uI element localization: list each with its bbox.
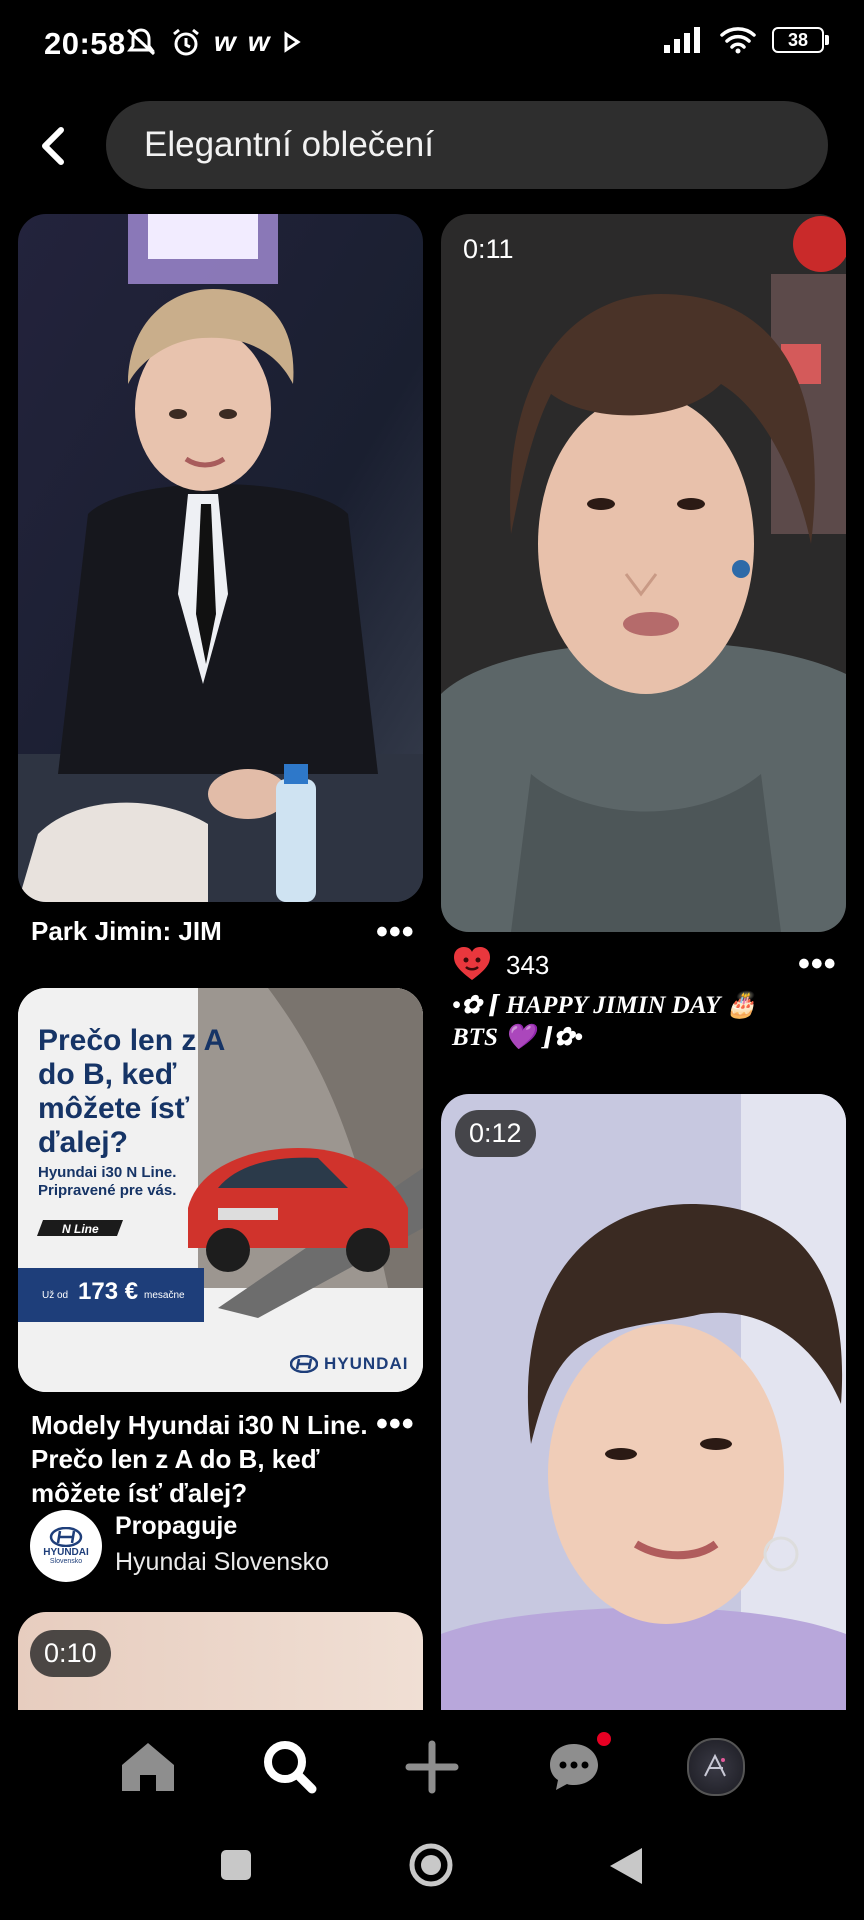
hyundai-logo-icon <box>290 1355 318 1373</box>
advertiser-name[interactable]: Hyundai Slovensko <box>115 1548 329 1577</box>
pin-title[interactable]: •✿ ⌈ HAPPY JIMIN DAY 🎂 BTS 💜 ⌋✿• <box>452 990 782 1054</box>
ad-price: 173 € <box>78 1278 139 1305</box>
w-app-icon: w <box>247 26 270 57</box>
ad-headline: Prečo len z A do B, keď môžete ísť ďalej… <box>38 1024 225 1159</box>
notification-dot <box>597 1732 611 1746</box>
advertiser-avatar[interactable]: HYUNDAI Slovensko <box>30 1510 102 1582</box>
pin-title[interactable]: Modely Hyundai i30 N Line. Prečo len z A… <box>31 1408 371 1510</box>
back-button[interactable] <box>30 118 74 174</box>
ad-brand-text: HYUNDAI <box>324 1354 409 1373</box>
recents-icon[interactable] <box>219 1848 253 1882</box>
ad-price-prefix: Už od <box>42 1290 69 1301</box>
back-triangle-icon[interactable] <box>608 1846 644 1886</box>
back-arrow-icon <box>42 127 64 165</box>
ad-brand-logo: HYUNDAI <box>290 1354 408 1374</box>
hyundai-logo-icon <box>49 1527 83 1547</box>
status-left-icons: w w <box>124 26 302 58</box>
video-duration: 0:11 <box>463 234 514 264</box>
more-options-button[interactable]: ••• <box>376 915 415 949</box>
nav-search[interactable] <box>255 1732 325 1802</box>
status-right-icons: 38 <box>664 26 829 54</box>
play-icon <box>284 31 301 53</box>
profile-art-icon <box>704 1753 726 1777</box>
ad-subheadline: Hyundai i30 N Line. Pripravené pre vás. <box>38 1164 177 1199</box>
ad-price-suffix: mesačne <box>144 1290 185 1301</box>
status-time: 20:58 <box>44 26 126 61</box>
video-duration: 0:10 <box>30 1630 111 1677</box>
battery-icon: 38 <box>772 27 829 53</box>
nav-create[interactable] <box>397 1732 467 1802</box>
pin-title[interactable]: Park Jimin: JIM <box>31 914 351 948</box>
messages-icon <box>550 1744 598 1790</box>
more-options-button[interactable]: ••• <box>798 947 837 981</box>
nav-messages[interactable] <box>539 1732 611 1802</box>
avatar-brand: HYUNDAI <box>43 1547 89 1558</box>
ad-nline-badge: N Line <box>62 1222 99 1236</box>
signal-icon <box>664 27 700 53</box>
create-icon <box>405 1740 459 1794</box>
promoted-label: Propaguje <box>115 1512 238 1540</box>
heart-icon[interactable] <box>452 946 492 982</box>
nav-home[interactable] <box>113 1732 183 1802</box>
search-input[interactable]: Elegantní oblečení <box>106 101 828 189</box>
pin-video-happy-jimin-day[interactable] <box>441 214 846 932</box>
pin-video-jimin[interactable] <box>441 1094 846 1710</box>
nav-profile[interactable] <box>681 1732 751 1802</box>
avatar-sub: Slovensko <box>49 1558 83 1565</box>
pin-image-park-jimin[interactable] <box>18 214 423 902</box>
alarm-icon <box>173 28 199 56</box>
pin-ad-hyundai[interactable]: Prečo len z A do B, keď môžete ísť ďalej… <box>18 988 423 1392</box>
more-options-button[interactable]: ••• <box>376 1407 415 1441</box>
home-icon <box>122 1743 174 1791</box>
w-app-icon: w <box>214 26 236 57</box>
search-icon <box>264 1741 317 1794</box>
reaction-count: 343 <box>506 950 550 980</box>
profile-avatar <box>687 1738 745 1796</box>
home-circle-icon[interactable] <box>408 1842 454 1888</box>
video-duration: 0:12 <box>455 1110 536 1157</box>
wifi-icon <box>720 27 756 54</box>
mute-bell-icon <box>126 28 156 56</box>
